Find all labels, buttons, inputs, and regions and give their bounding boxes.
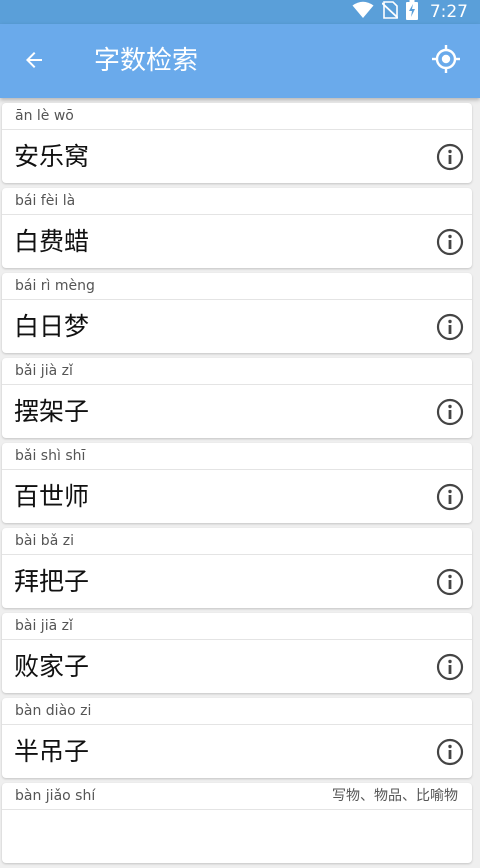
info-icon[interactable] [436,313,464,341]
info-icon[interactable] [436,143,464,171]
list-item[interactable]: bái fèi là 白费蜡 [2,188,472,268]
no-sim-icon [381,1,399,23]
word-row: 安乐窝 [2,130,472,183]
status-bar: 7:27 [0,0,480,24]
word-row: 半吊子 [2,725,472,778]
word-row: 拜把子 [2,555,472,608]
word-text: 摆架子 [14,397,90,426]
list-item[interactable]: bài bǎ zi 拜把子 [2,528,472,608]
pinyin-label: bài jiā zǐ [2,613,472,640]
word-text: 白日梦 [14,312,90,341]
list-item[interactable]: bǎi shì shī 百世师 [2,443,472,523]
pinyin-label: bài bǎ zi [2,528,472,555]
word-text: 百世师 [14,482,90,511]
list-item[interactable]: bǎi jià zǐ 摆架子 [2,358,472,438]
pinyin-label: bái fèi là [2,188,472,215]
list-item[interactable]: bái rì mèng 白日梦 [2,273,472,353]
list-item[interactable]: ān lè wō 安乐窝 [2,103,472,183]
info-icon[interactable] [436,483,464,511]
word-list[interactable]: ān lè wō 安乐窝 bái fèi là 白费蜡 bái rì mèng … [2,103,472,868]
info-icon[interactable] [436,568,464,596]
locate-button[interactable] [426,41,466,81]
status-time: 7:27 [429,2,468,22]
info-icon[interactable] [436,653,464,681]
app-bar: 字数检索 [0,24,480,98]
page-title: 字数检索 [94,46,199,76]
status-icons: 7:27 [352,0,468,24]
arrow-left-icon [22,48,46,76]
info-icon[interactable] [436,228,464,256]
info-icon[interactable] [436,738,464,766]
battery-charging-icon [405,0,418,24]
word-text: 败家子 [14,652,90,681]
back-button[interactable] [14,42,54,82]
pinyin-label: bǎi shì shī [2,443,472,470]
word-row: 摆架子 [2,385,472,438]
word-row: 白费蜡 [2,215,472,268]
pinyin-label: ān lè wō [2,103,472,130]
list-item[interactable]: bàn diào zi 半吊子 [2,698,472,778]
list-item[interactable]: bàn jiǎo shí 写物、物品、比喻物 [2,783,472,863]
list-item[interactable]: bài jiā zǐ 败家子 [2,613,472,693]
word-row: 百世师 [2,470,472,523]
word-text: 白费蜡 [14,227,90,256]
word-text: 半吊子 [14,737,90,766]
pinyin-label: bái rì mèng [2,273,472,300]
meaning-text: 写物、物品、比喻物 [332,788,458,804]
wifi-icon [352,1,374,23]
word-row: 白日梦 [2,300,472,353]
word-text: 安乐窝 [14,142,90,171]
pinyin-label: bǎi jià zǐ [2,358,472,385]
pinyin-label: bàn diào zi [2,698,472,725]
word-text: 拜把子 [14,567,90,596]
info-icon[interactable] [436,398,464,426]
word-row: 败家子 [2,640,472,693]
gps-locate-icon [431,44,461,78]
